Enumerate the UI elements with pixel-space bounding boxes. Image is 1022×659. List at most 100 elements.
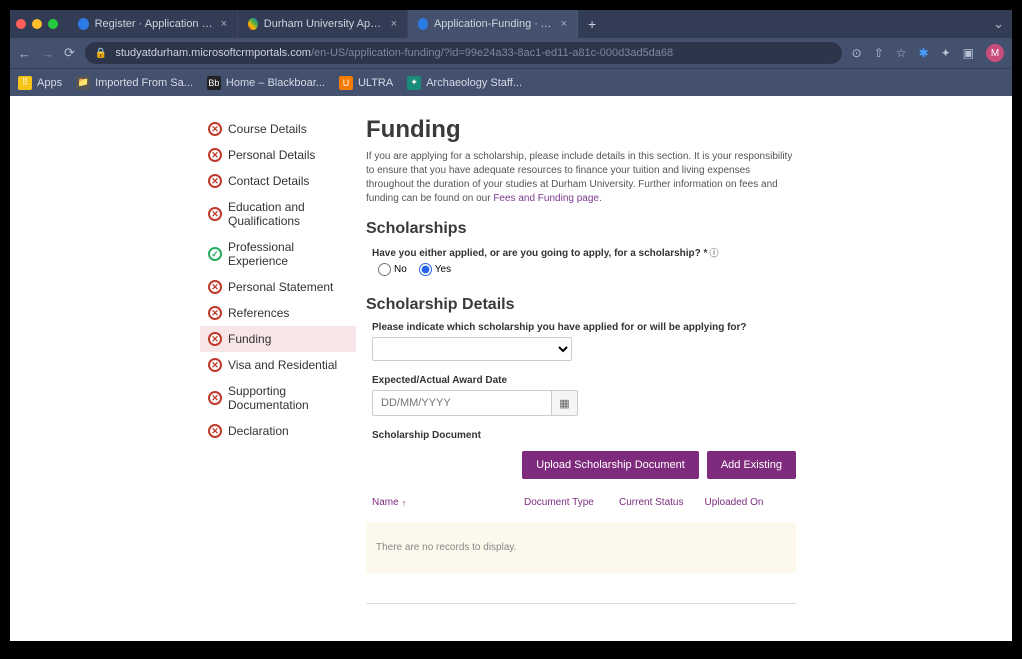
- scholarship-question-label: Have you either applied, or are you goin…: [372, 246, 796, 259]
- scholarship-details-heading: Scholarship Details: [366, 296, 796, 314]
- browser-tab-2[interactable]: Application-Funding · Applicat ×: [408, 10, 578, 38]
- error-icon: ✕: [208, 207, 222, 221]
- browser-tab-1[interactable]: Durham University Applicant P ×: [238, 10, 408, 38]
- bookmark-imported[interactable]: 📁Imported From Sa...: [76, 76, 193, 90]
- error-icon: ✕: [208, 122, 222, 136]
- lock-icon: 🔒: [95, 48, 107, 59]
- sidebar-item-course-details[interactable]: ✕ Course Details: [200, 116, 356, 142]
- error-icon: ✕: [208, 174, 222, 188]
- close-icon[interactable]: ×: [221, 18, 227, 30]
- page-title: Funding: [366, 116, 796, 144]
- sidebar-item-label: Visa and Residential: [228, 358, 337, 372]
- upload-document-button[interactable]: Upload Scholarship Document: [522, 451, 699, 479]
- close-icon[interactable]: ×: [561, 18, 567, 30]
- radio-yes-input[interactable]: [419, 263, 432, 276]
- sidebar-item-label: Personal Statement: [228, 280, 333, 294]
- error-icon: ✕: [208, 424, 222, 438]
- error-icon: ✕: [208, 148, 222, 162]
- bookmark-icon[interactable]: ☆: [896, 46, 907, 60]
- bookmark-apps[interactable]: ⠿Apps: [18, 76, 62, 90]
- tab-bar: Register · Application Portal × Durham U…: [10, 10, 1012, 38]
- minimize-window[interactable]: [32, 19, 42, 29]
- maximize-window[interactable]: [48, 19, 58, 29]
- error-icon: ✕: [208, 358, 222, 372]
- error-icon: ✕: [208, 280, 222, 294]
- sidebar-item-supporting-docs[interactable]: ✕ Supporting Documentation: [200, 378, 356, 418]
- sidebar-item-professional-experience[interactable]: ✓Professional Experience: [200, 234, 356, 274]
- divider: [366, 603, 796, 604]
- scholarship-select[interactable]: [372, 337, 572, 361]
- globe-icon: [418, 18, 428, 30]
- reload-button[interactable]: ⟳: [64, 45, 75, 61]
- close-window[interactable]: [16, 19, 26, 29]
- chevron-down-icon[interactable]: ⌄: [993, 16, 1004, 32]
- sidebar-item-label: Personal Details: [228, 148, 315, 162]
- profile-avatar[interactable]: M: [986, 44, 1004, 62]
- calendar-button[interactable]: ▦: [552, 390, 578, 416]
- sidebar-item-education[interactable]: ✕ Education and Qualifications: [200, 194, 356, 234]
- error-icon: ✕: [208, 391, 222, 405]
- sidebar-item-references[interactable]: ✕ References: [200, 300, 356, 326]
- success-icon: ✓: [208, 247, 222, 261]
- sidebar-item-label: Funding: [228, 332, 271, 346]
- back-button[interactable]: ←: [18, 46, 31, 61]
- sidebar-item-label: Supporting Documentation: [228, 384, 348, 412]
- sidebar-item-declaration[interactable]: ✕ Declaration: [200, 418, 356, 444]
- sidebar-nav: ✕ Course Details ✕ Personal Details ✕ Conta…: [200, 116, 356, 604]
- help-icon[interactable]: ⓘ: [709, 248, 718, 258]
- sidebar-item-contact-details[interactable]: ✕ Contact Details: [200, 168, 356, 194]
- sidebar-item-label: Contact Details: [228, 174, 309, 188]
- scholarship-document-label: Scholarship Document: [372, 430, 796, 441]
- browser-tab-0[interactable]: Register · Application Portal ×: [68, 10, 238, 38]
- address-bar[interactable]: 🔒 studyatdurham.microsoftcrmportals.com/…: [85, 42, 842, 64]
- column-header-uploaded[interactable]: Uploaded On: [705, 497, 791, 508]
- tab-title: Durham University Applicant P: [264, 18, 385, 30]
- award-date-label: Expected/Actual Award Date: [372, 375, 796, 386]
- search-icon[interactable]: ⊙: [852, 46, 862, 60]
- column-header-status[interactable]: Current Status: [619, 497, 705, 508]
- tab-title: Register · Application Portal: [95, 18, 215, 30]
- error-icon: ✕: [208, 306, 222, 320]
- error-icon: ✕: [208, 332, 222, 346]
- sidebar-item-label: Course Details: [228, 122, 307, 136]
- sidebar-item-label: Declaration: [228, 424, 289, 438]
- scholarships-heading: Scholarships: [366, 220, 796, 238]
- column-header-type[interactable]: Document Type: [524, 497, 619, 508]
- sidebar-item-funding[interactable]: ✕ Funding: [200, 326, 356, 352]
- calendar-icon: ▦: [559, 397, 569, 410]
- award-date-input[interactable]: [372, 390, 552, 416]
- gmail-icon: [248, 18, 258, 30]
- radio-yes[interactable]: Yes: [419, 263, 451, 276]
- panel-icon[interactable]: ▣: [963, 46, 974, 60]
- fees-funding-link[interactable]: Fees and Funding page: [493, 193, 599, 204]
- sidebar-item-visa-residential[interactable]: ✕ Visa and Residential: [200, 352, 356, 378]
- sidebar-item-personal-details[interactable]: ✕ Personal Details: [200, 142, 356, 168]
- page-description: If you are applying for a scholarship, p…: [366, 150, 796, 206]
- sidebar-item-label: Education and Qualifications: [228, 200, 348, 228]
- url-bar: ← → ⟳ 🔒 studyatdurham.microsoftcrmportal…: [10, 38, 1012, 68]
- bookmark-archaeology[interactable]: ✦Archaeology Staff...: [407, 76, 522, 90]
- add-existing-button[interactable]: Add Existing: [707, 451, 796, 479]
- reader-icon[interactable]: ✱: [919, 46, 929, 60]
- radio-no[interactable]: No: [378, 263, 407, 276]
- radio-no-input[interactable]: [378, 263, 391, 276]
- sort-asc-icon: ↑: [402, 498, 407, 508]
- extensions-icon[interactable]: ✦: [941, 46, 951, 60]
- tab-title: Application-Funding · Applicat: [434, 18, 555, 30]
- table-empty-message: There are no records to display.: [366, 522, 796, 573]
- close-icon[interactable]: ×: [391, 18, 397, 30]
- column-header-name[interactable]: Name↑: [372, 497, 524, 508]
- sidebar-item-personal-statement[interactable]: ✕ Personal Statement: [200, 274, 356, 300]
- share-icon[interactable]: ⇧: [874, 46, 884, 60]
- window-controls: [16, 19, 58, 29]
- url-text: studyatdurham.microsoftcrmportals.com/en…: [115, 47, 673, 59]
- new-tab-button[interactable]: +: [578, 16, 606, 32]
- bookmark-ultra[interactable]: UULTRA: [339, 76, 393, 90]
- bookmark-blackboard[interactable]: BbHome – Blackboar...: [207, 76, 325, 90]
- globe-icon: [78, 18, 89, 30]
- scholarship-select-label: Please indicate which scholarship you ha…: [372, 322, 796, 333]
- forward-button[interactable]: →: [41, 46, 54, 61]
- sidebar-item-label: References: [228, 306, 289, 320]
- bookmarks-bar: ⠿Apps 📁Imported From Sa... BbHome – Blac…: [10, 68, 1012, 96]
- documents-table: Name↑ Document Type Current Status Uploa…: [366, 489, 796, 573]
